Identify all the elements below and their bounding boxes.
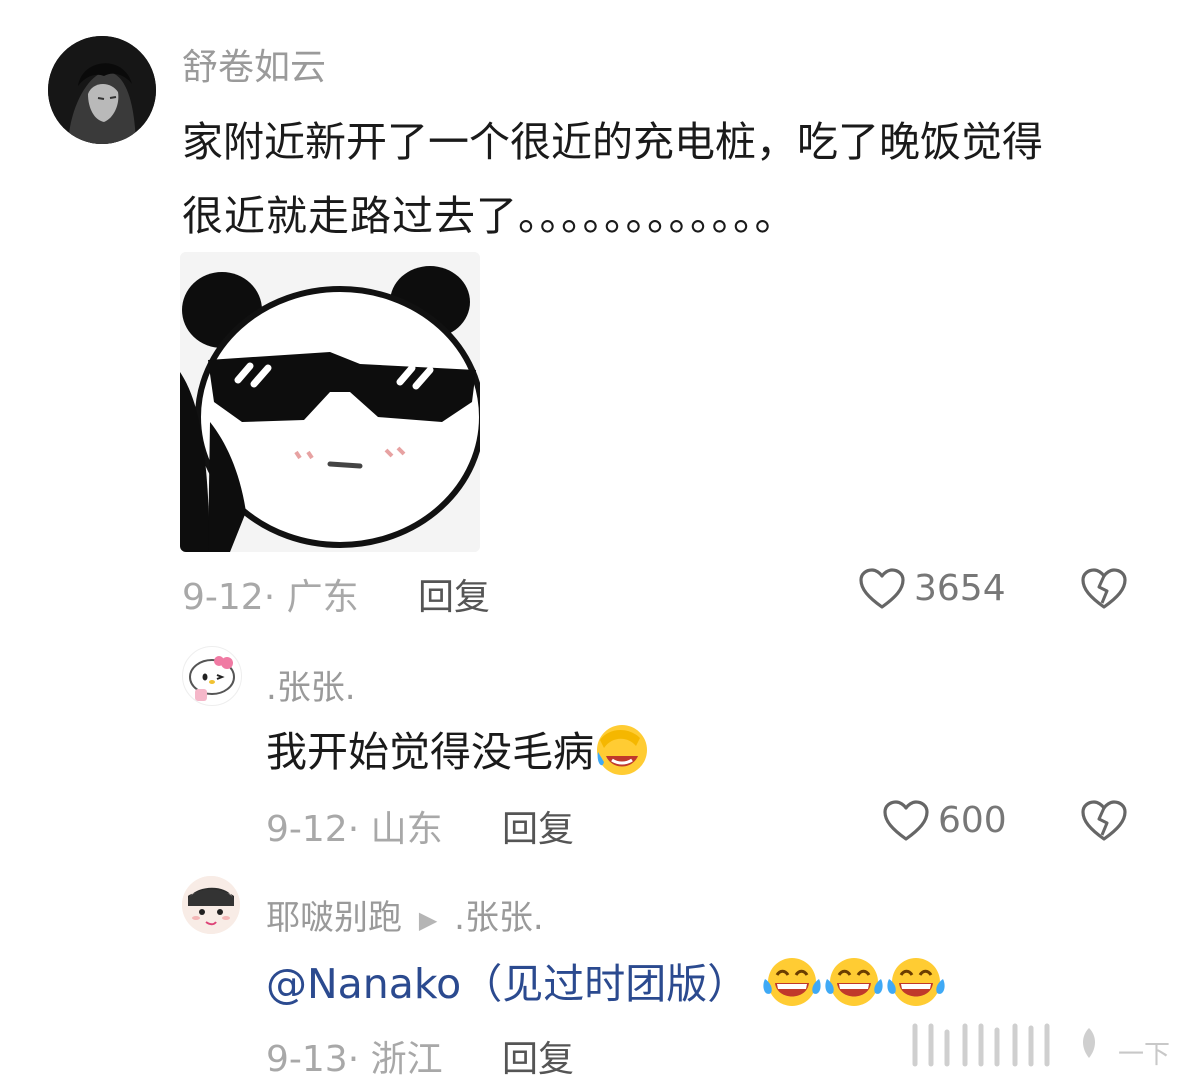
panda-sunglasses-sticker[interactable] [180,252,480,552]
facepalm-laugh-emoji [594,722,650,788]
reply2-date-location: 9-13· 浙江 [266,1039,443,1080]
like-heart-icon[interactable] [882,799,930,843]
tears-of-joy-emoji [761,953,823,1021]
mention-link[interactable]: @Nanako [266,960,461,1008]
tears-of-joy-emoji [885,953,947,1021]
reply2-username[interactable]: 耶啵别跑 [266,898,402,938]
comment-text-line2: 很近就走路过去了。。。。。。。。。。。。 [182,192,797,240]
reply1-reply-button[interactable]: 回复 [502,800,574,852]
watermark-text: 一下 [1118,1040,1171,1070]
reply2-header: 耶啵别跑 ▶ .张张. [266,890,544,939]
comment-date-location: 9-12· 广东 [182,577,359,618]
like-heart-icon[interactable] [858,567,906,611]
dislike-broken-heart-icon[interactable] [1080,799,1128,843]
reply-arrow-icon: ▶ [418,905,438,934]
comment-text-line1: 家附近新开了一个很近的充电桩，吃了晚饭觉得 [182,118,1043,166]
reply2-reply-button[interactable]: 回复 [502,1030,574,1082]
reply2-text-row: @Nanako（见过时团版） [266,950,947,1021]
avatar[interactable] [48,36,156,144]
dislike-broken-heart-icon[interactable] [1080,567,1128,611]
reply1-text-row: 我开始觉得没毛病 [266,718,650,788]
reply1-text: 我开始觉得没毛病 [266,728,594,776]
avatar[interactable] [182,876,240,934]
avatar[interactable] [182,646,242,706]
comment-like-count: 3654 [914,568,1006,609]
watermark-logo [905,1018,1115,1072]
reply1-like-count: 600 [938,800,1007,841]
comment-reply-button[interactable]: 回复 [418,568,490,620]
reply2-reply-to[interactable]: .张张. [454,898,544,938]
reply2-text: （见过时团版） [461,960,749,1008]
comment-username[interactable]: 舒卷如云 [182,38,326,90]
tears-of-joy-emoji [823,953,885,1021]
reply1-date-location: 9-12· 山东 [266,809,443,850]
reply1-username[interactable]: .张张. [266,660,356,709]
